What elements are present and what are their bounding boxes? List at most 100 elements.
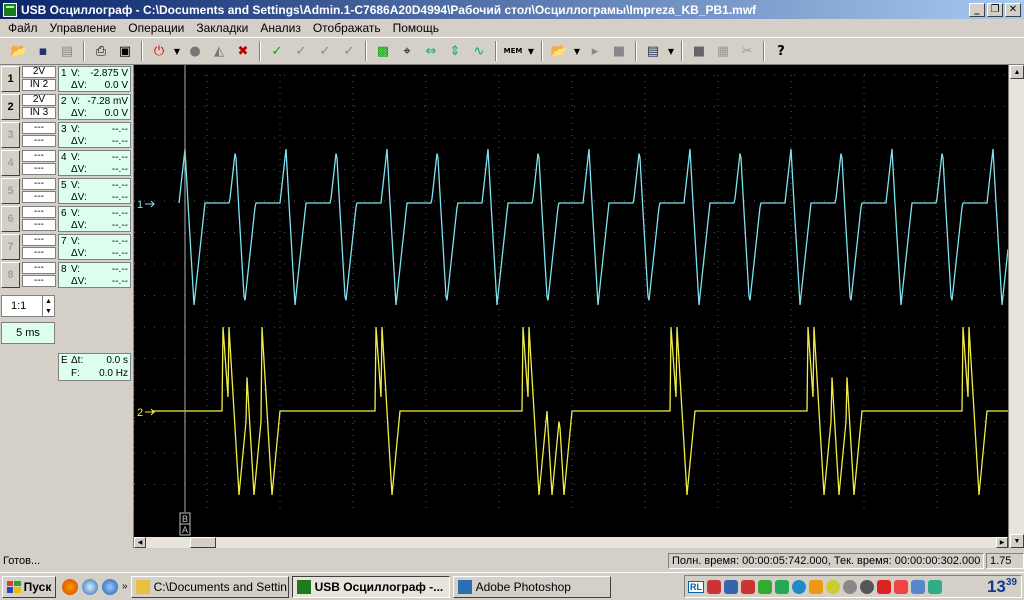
binoculars-icon[interactable]: ⌖ bbox=[396, 40, 418, 62]
channel-toggle-button[interactable]: 2 bbox=[1, 94, 20, 120]
print-preview-icon[interactable]: ▣ bbox=[114, 40, 136, 62]
channel-toggle-button[interactable]: 3 bbox=[1, 122, 20, 148]
disk-icon[interactable] bbox=[860, 579, 874, 594]
channel-input[interactable]: --- bbox=[22, 163, 56, 175]
channel-2-marker[interactable]: 2 bbox=[137, 407, 143, 419]
menu-view[interactable]: Отображать bbox=[307, 21, 387, 35]
arrows-vertical-icon[interactable]: ⇕ bbox=[444, 40, 466, 62]
channel-toggle-button[interactable]: 5 bbox=[1, 178, 20, 204]
monitor-icon[interactable] bbox=[724, 579, 738, 594]
cut-icon[interactable]: ✂ bbox=[736, 40, 758, 62]
scroll-thumb[interactable] bbox=[190, 537, 216, 548]
channel-toggle-button[interactable]: 1 bbox=[1, 66, 20, 92]
channel-range[interactable]: --- bbox=[22, 122, 56, 134]
signal-icon[interactable]: ∿ bbox=[468, 40, 490, 62]
internet-explorer-icon[interactable] bbox=[102, 578, 118, 595]
scroll-left-icon[interactable]: ◀ bbox=[134, 537, 146, 548]
stop-icon[interactable]: ■ bbox=[608, 40, 630, 62]
scroll-right-icon[interactable]: ▶ bbox=[996, 537, 1008, 548]
channel-toggle-button[interactable]: 8 bbox=[1, 262, 20, 288]
channel-range[interactable]: --- bbox=[22, 206, 56, 218]
channel-settings[interactable]: --- --- bbox=[22, 178, 56, 204]
check-all-icon[interactable]: ✓ bbox=[290, 40, 312, 62]
minimize-button[interactable]: _ bbox=[969, 2, 985, 17]
keyboard-icon[interactable] bbox=[911, 579, 925, 594]
memory-icon[interactable]: MEM bbox=[502, 40, 524, 62]
menu-file[interactable]: Файл bbox=[2, 21, 44, 35]
update-icon[interactable] bbox=[843, 579, 857, 594]
channel-settings[interactable]: --- --- bbox=[22, 234, 56, 260]
lightning-icon[interactable] bbox=[809, 579, 823, 594]
menu-operations[interactable]: Операции bbox=[122, 21, 190, 35]
firefox-icon[interactable] bbox=[62, 578, 78, 595]
display-dropdown-icon[interactable]: ▼ bbox=[666, 40, 676, 62]
clock[interactable]: 13 39 bbox=[987, 577, 1017, 597]
clock-app-icon[interactable] bbox=[826, 579, 840, 594]
more-quick-launch-icon[interactable]: » bbox=[122, 581, 128, 592]
language-indicator[interactable]: RL bbox=[688, 580, 704, 593]
channel-input[interactable]: --- bbox=[22, 191, 56, 203]
task-photoshop[interactable]: Adobe Photoshop bbox=[452, 575, 611, 598]
horizontal-scrollbar[interactable]: ◀ ▶ bbox=[134, 537, 1008, 548]
menu-control[interactable]: Управление bbox=[44, 21, 123, 35]
zoom-field[interactable]: 1:1 ▲ ▼ bbox=[1, 295, 55, 317]
load-dropdown-icon[interactable]: ▼ bbox=[572, 40, 582, 62]
display-icon[interactable]: ▤ bbox=[642, 40, 664, 62]
open-folder-icon[interactable]: 📂 bbox=[8, 40, 30, 62]
print-icon[interactable]: ⎙ bbox=[90, 40, 112, 62]
channel-input[interactable]: --- bbox=[22, 219, 56, 231]
task-oscilloscope[interactable]: USB Осциллограф -... bbox=[291, 575, 450, 598]
menu-analysis[interactable]: Анализ bbox=[254, 21, 307, 35]
export-icon[interactable]: ▤ bbox=[56, 40, 78, 62]
load-icon[interactable]: 📂 bbox=[548, 40, 570, 62]
download-icon[interactable] bbox=[775, 579, 789, 594]
zoom-spinner[interactable]: ▲ ▼ bbox=[42, 296, 54, 316]
save-icon[interactable]: ▪ bbox=[32, 40, 54, 62]
help-icon[interactable]: ? bbox=[770, 40, 792, 62]
timebase-field[interactable]: 5 ms bbox=[1, 322, 55, 344]
network-icon[interactable] bbox=[707, 579, 721, 594]
power-icon[interactable]: ⏻ bbox=[148, 40, 170, 62]
channel-1-marker[interactable]: 1 bbox=[137, 199, 143, 211]
screen-icon[interactable]: ▩ bbox=[372, 40, 394, 62]
channel-range[interactable]: --- bbox=[22, 262, 56, 274]
step-icon[interactable]: ▸ bbox=[584, 40, 606, 62]
channel-settings[interactable]: --- --- bbox=[22, 206, 56, 232]
channel-range[interactable]: --- bbox=[22, 234, 56, 246]
security-icon[interactable] bbox=[877, 579, 891, 594]
vertical-scrollbar[interactable]: ▲ ▼ bbox=[1008, 65, 1024, 548]
memory-dropdown-icon[interactable]: ▼ bbox=[526, 40, 536, 62]
check-range-icon[interactable]: ✓ bbox=[314, 40, 336, 62]
channel-range[interactable]: --- bbox=[22, 178, 56, 190]
start-button[interactable]: Пуск bbox=[2, 575, 56, 598]
check-icon[interactable]: ✓ bbox=[266, 40, 288, 62]
volume-icon[interactable] bbox=[741, 579, 755, 594]
tray-app-icon[interactable] bbox=[928, 579, 942, 594]
measure-icon[interactable]: ◭ bbox=[208, 40, 230, 62]
block-icon[interactable]: ■ bbox=[688, 40, 710, 62]
channel-settings[interactable]: 2V IN 2 bbox=[22, 66, 56, 92]
arrows-horizontal-icon[interactable]: ⇔ bbox=[420, 40, 442, 62]
record-icon[interactable]: ● bbox=[184, 40, 206, 62]
channel-toggle-button[interactable]: 7 bbox=[1, 234, 20, 260]
power-dropdown-icon[interactable]: ▼ bbox=[172, 40, 182, 62]
channel-toggle-button[interactable]: 6 bbox=[1, 206, 20, 232]
channel-range[interactable]: --- bbox=[22, 150, 56, 162]
sync-icon[interactable] bbox=[894, 579, 908, 594]
scroll-up-icon[interactable]: ▲ bbox=[1010, 65, 1024, 79]
channel-settings[interactable]: --- --- bbox=[22, 122, 56, 148]
antivirus-icon[interactable] bbox=[758, 579, 772, 594]
channel-input[interactable]: --- bbox=[22, 135, 56, 147]
channel-settings[interactable]: --- --- bbox=[22, 262, 56, 288]
menu-bookmarks[interactable]: Закладки bbox=[190, 21, 254, 35]
grid-icon[interactable]: ▦ bbox=[712, 40, 734, 62]
channel-input[interactable]: IN 3 bbox=[22, 107, 56, 119]
channel-settings[interactable]: 2V IN 3 bbox=[22, 94, 56, 120]
channel-range[interactable]: 2V bbox=[22, 94, 56, 106]
info-icon[interactable] bbox=[792, 579, 806, 594]
oscilloscope-app-icon[interactable] bbox=[3, 2, 17, 17]
check-marks-icon[interactable]: ✓ bbox=[338, 40, 360, 62]
browser-icon[interactable] bbox=[82, 578, 98, 595]
tools-icon[interactable]: ✖ bbox=[232, 40, 254, 62]
menu-help[interactable]: Помощь bbox=[387, 21, 445, 35]
